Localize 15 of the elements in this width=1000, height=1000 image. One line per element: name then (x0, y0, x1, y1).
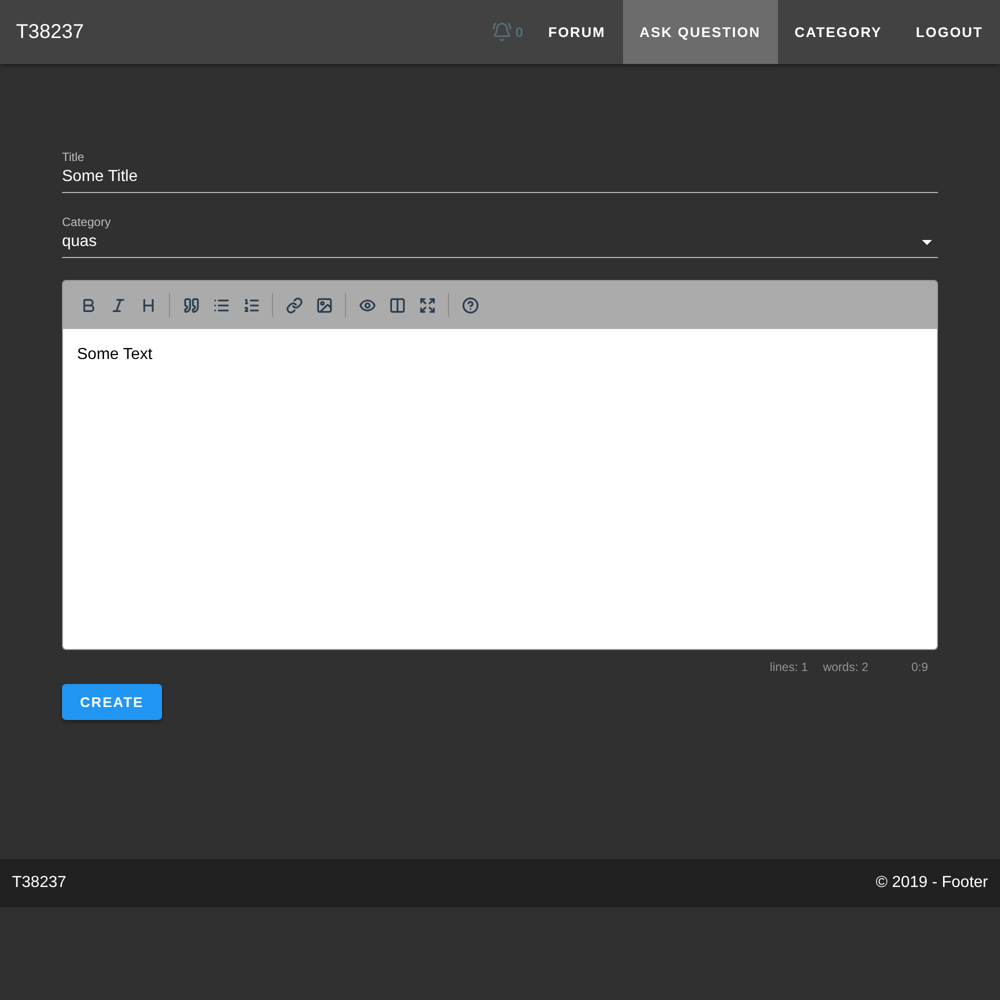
editor-status: 0:9 (911, 660, 928, 674)
footer-title: T38237 (12, 874, 66, 892)
category-select[interactable]: Category quas (62, 215, 938, 258)
nav-link[interactable]: LOGOUT (898, 0, 1000, 64)
dropdown-caret-icon (922, 240, 932, 244)
title-field[interactable]: Title Some Title (62, 150, 938, 193)
nav-link[interactable]: FORUM (531, 0, 623, 64)
notification-count: 0 (515, 24, 524, 40)
copyright-text: © 2019 - Footer (876, 874, 988, 892)
app-title: T38237 (16, 20, 85, 44)
editor-status: words: 2 (822, 660, 868, 674)
editor-text-area[interactable]: Some Text (63, 329, 937, 649)
nav-link[interactable]: ASK QUESTION (622, 0, 778, 64)
editor-status: lines: 1 (770, 660, 808, 674)
nav-link[interactable]: CATEGORY (778, 0, 899, 64)
